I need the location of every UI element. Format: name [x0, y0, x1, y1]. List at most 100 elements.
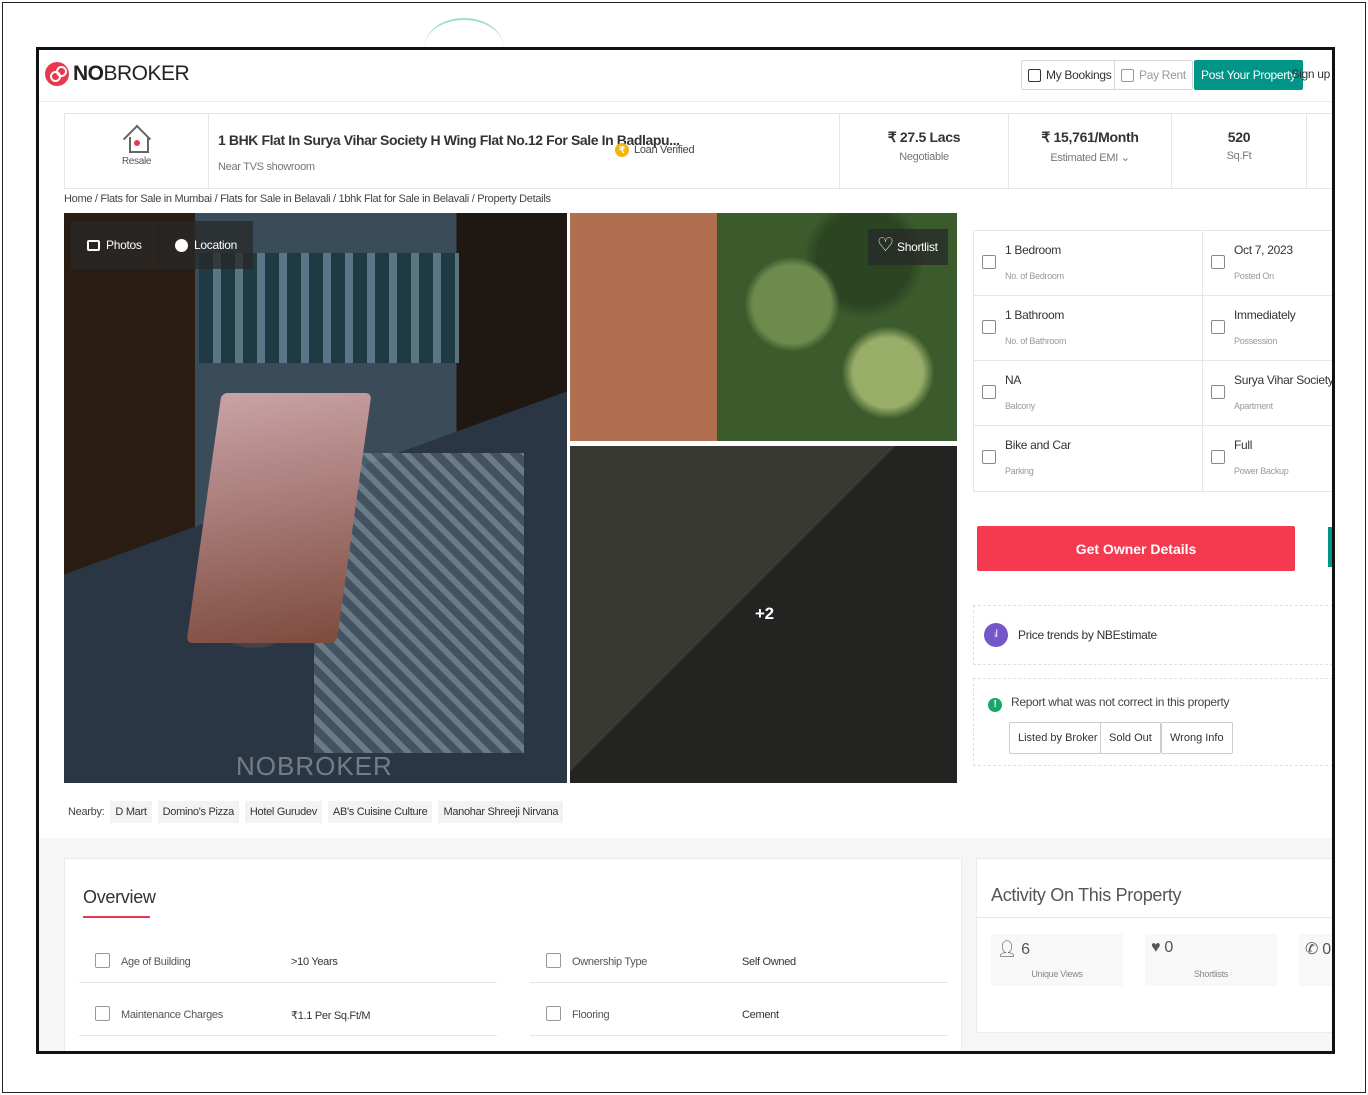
shortlist-label: Shortlist	[897, 240, 938, 254]
top-navbar: NOBROKER My Bookings Pay Rent Post Your …	[39, 50, 1332, 102]
overview-underline	[83, 916, 150, 918]
nearby-bar: Nearby: D Mart Domino's Pizza Hotel Guru…	[64, 795, 962, 829]
browser-viewport: NOBROKER My Bookings Pay Rent Post Your …	[36, 47, 1335, 1054]
detail-apartment: Surya Vihar Society... Apartment	[1203, 361, 1332, 426]
price-stat: ₹ 27.5 Lacs Negotiable	[839, 114, 1009, 188]
price-value: ₹ 27.5 Lacs	[887, 129, 961, 145]
area-stat: 520 Sq.Ft	[1172, 114, 1307, 188]
report-listed-by-broker-button[interactable]: Listed by Broker	[1009, 722, 1107, 754]
pay-rent-button[interactable]: Pay Rent	[1114, 60, 1193, 90]
detail-bathroom: 1 Bathroom No. of Bathroom	[974, 296, 1203, 361]
emi-sub: Estimated EMI ⌄	[1050, 152, 1130, 164]
calendar-icon	[1211, 255, 1225, 269]
overview-row-flooring: Flooring Cement	[530, 996, 948, 1036]
property-title: 1 BHK Flat In Surya Vihar Society H Wing…	[218, 132, 680, 148]
activity-shortlists: ♥ 0 Shortlists	[1145, 934, 1277, 986]
logo-icon	[45, 62, 69, 86]
flooring-icon	[546, 1006, 561, 1021]
overview-card: Overview Age of Building >10 Years Owner…	[64, 858, 962, 1051]
chart-icon: ᵢl	[984, 623, 1008, 647]
logo-text-rest: BROKER	[103, 62, 190, 85]
heart-icon: ♥ 0	[1151, 939, 1173, 956]
my-bookings-button[interactable]: My Bookings	[1021, 60, 1119, 90]
nobroker-logo[interactable]: NOBROKER	[45, 62, 190, 86]
info-icon: !	[988, 698, 1002, 712]
overview-row-maintenance: Maintenance Charges ₹1.1 Per Sq.Ft/M	[79, 996, 497, 1036]
property-address: Near TVS showroom	[218, 161, 315, 173]
location-pin-icon	[175, 238, 188, 252]
nearby-chip[interactable]: Domino's Pizza	[157, 801, 239, 823]
property-summary-bar: Resale 1 BHK Flat In Surya Vihar Society…	[64, 113, 1332, 189]
overview-row-age: Age of Building >10 Years	[79, 943, 497, 983]
activity-title: Activity On This Property	[991, 885, 1182, 905]
loan-verified-badge: ₹ Loan Verified	[615, 143, 695, 157]
ownership-icon	[546, 953, 561, 968]
loan-coin-icon: ₹	[615, 143, 629, 157]
heart-icon	[877, 236, 894, 255]
report-question: Report what was not correct in this prop…	[1011, 695, 1230, 709]
overview-title: Overview	[83, 887, 156, 907]
sign-up-link[interactable]: Sign up	[1291, 67, 1330, 81]
detail-bedroom: 1 Bedroom No. of Bedroom	[974, 231, 1203, 296]
my-bookings-label: My Bookings	[1046, 68, 1112, 82]
logo-text-bold: NO	[73, 62, 104, 85]
detail-posted-on: Oct 7, 2023 Posted On	[1203, 231, 1332, 296]
shortlist-button[interactable]: Shortlist	[868, 229, 948, 265]
building-age-icon	[95, 953, 110, 968]
key-icon	[1211, 320, 1225, 334]
main-photo[interactable]: NOBROKER	[64, 213, 567, 783]
bed-icon	[982, 255, 996, 269]
bookings-icon	[1028, 68, 1041, 82]
property-details-grid: 1 Bedroom No. of Bedroom Oct 7, 2023 Pos…	[973, 230, 1332, 492]
resale-badge: Resale	[65, 114, 209, 188]
price-trends-link[interactable]: ᵢl Price trends by NBEstimate	[973, 605, 1332, 665]
balcony-icon	[982, 385, 996, 399]
get-owner-details-button[interactable]: Get Owner Details	[977, 526, 1295, 571]
phone-icon: ✆ 0	[1305, 941, 1331, 958]
location-label: Location	[194, 238, 237, 252]
battery-icon	[1211, 450, 1225, 464]
car-icon	[982, 450, 996, 464]
post-property-button[interactable]: Post Your Property	[1194, 60, 1303, 90]
more-photos-count[interactable]: +2	[755, 604, 774, 624]
location-button[interactable]: Location	[159, 221, 253, 269]
report-sold-out-button[interactable]: Sold Out	[1100, 722, 1161, 754]
nearby-chip[interactable]: Hotel Gurudev	[244, 801, 322, 823]
resale-house-icon	[124, 126, 150, 153]
side-tab[interactable]	[1328, 527, 1332, 567]
area-sub: Sq.Ft	[1226, 150, 1252, 162]
detail-parking: Bike and Car Parking	[974, 426, 1203, 491]
resale-label: Resale	[121, 156, 152, 167]
activity-contacted: ✆ 0	[1299, 934, 1332, 986]
camera-icon	[87, 239, 100, 251]
nearby-chip[interactable]: D Mart	[110, 801, 152, 823]
nearby-chip[interactable]: Manohar Shreeji Nirvana	[438, 801, 564, 823]
area-value: 520	[1227, 129, 1251, 145]
photo-watermark: NOBROKER	[236, 751, 393, 781]
breadcrumb[interactable]: Home / Flats for Sale in Mumbai / Flats …	[64, 193, 551, 205]
detail-power-backup: Full Power Backup	[1203, 426, 1332, 491]
post-property-label: Post Your Property	[1201, 68, 1296, 82]
loan-verified-label: Loan Verified	[634, 144, 695, 156]
maintenance-icon	[95, 1006, 110, 1021]
detail-possession: Immediately Possession	[1203, 296, 1332, 361]
price-sub: Negotiable	[899, 151, 949, 163]
activity-card: Activity On This Property 👤︎ 6 Unique Vi…	[976, 858, 1332, 1033]
nearby-chip[interactable]: AB's Cuisine Culture	[327, 801, 433, 823]
overview-row-ownership: Ownership Type Self Owned	[530, 943, 948, 983]
price-trends-label: Price trends by NBEstimate	[1018, 628, 1157, 642]
photos-button[interactable]: Photos	[71, 221, 158, 269]
emi-stat[interactable]: ₹ 15,761/Month Estimated EMI ⌄	[1009, 114, 1172, 188]
nearby-label: Nearby:	[68, 806, 105, 818]
user-icon: 👤︎ 6	[997, 941, 1030, 958]
report-wrong-info-button[interactable]: Wrong Info	[1161, 722, 1233, 754]
pay-rent-label: Pay Rent	[1139, 68, 1186, 82]
card-icon	[1121, 68, 1134, 82]
bath-icon	[982, 320, 996, 334]
emi-value: ₹ 15,761/Month	[1041, 129, 1139, 145]
detail-balcony: NA Balcony	[974, 361, 1203, 426]
activity-unique-views: 👤︎ 6 Unique Views	[991, 934, 1123, 986]
building-icon	[1211, 385, 1225, 399]
photos-label: Photos	[106, 238, 142, 252]
report-panel: ! Report what was not correct in this pr…	[973, 678, 1332, 766]
